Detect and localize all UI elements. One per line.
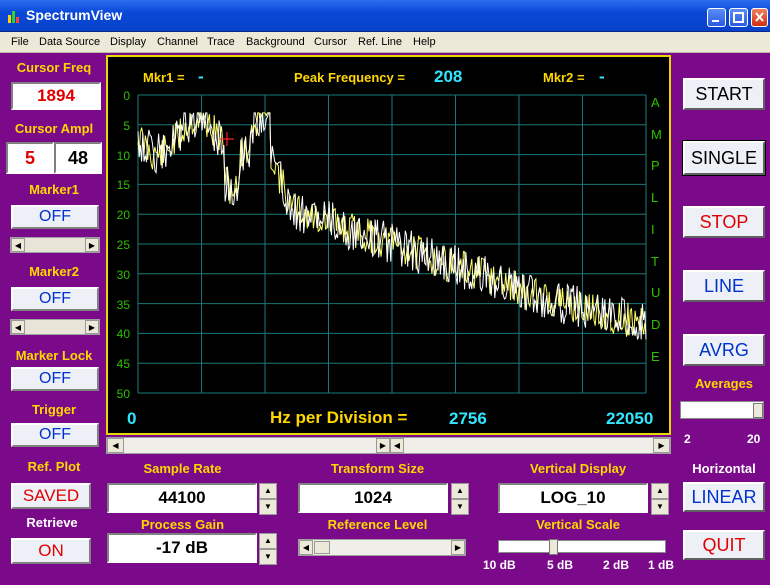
cursor-ampl-label: Cursor Ampl	[14, 121, 94, 136]
scroll-right-icon[interactable]: ▶	[376, 438, 390, 453]
title-bar: SpectrumView	[0, 0, 770, 32]
scroll-left-icon[interactable]: ◀	[390, 438, 404, 453]
averages-slider-thumb[interactable]	[753, 403, 763, 418]
plot-scrollbar[interactable]: ◀ ▶ ◀ ▶	[106, 437, 671, 454]
scroll-left-icon[interactable]: ◀	[11, 320, 25, 334]
scroll-left-icon[interactable]: ◀	[107, 438, 124, 453]
transform-size-field[interactable]: 1024	[298, 483, 448, 513]
menu-trace[interactable]: Trace	[207, 36, 235, 48]
x-start-label: 0	[127, 409, 137, 428]
menu-file[interactable]: File	[11, 36, 29, 48]
process-gain-field[interactable]: -17 dB	[107, 533, 257, 563]
spin-down-icon[interactable]: ▼	[651, 499, 669, 515]
line-button[interactable]: LINE	[683, 270, 765, 302]
retrieve-label-text: Retrieve	[26, 515, 78, 530]
hz-per-division-value: 2756	[449, 409, 487, 428]
cursor-ampl-value-1: 5	[6, 142, 54, 174]
transform-size-spinner[interactable]: ▲ ▼	[451, 483, 469, 515]
scroll-right-icon[interactable]: ▶	[653, 438, 670, 453]
vertical-scale-tick-1db: 1 dB	[648, 558, 675, 572]
start-button[interactable]: START	[683, 78, 765, 110]
spectrum-graph	[137, 94, 647, 394]
averages-label: Averages	[694, 376, 754, 391]
scroll-left-icon[interactable]: ◀	[11, 238, 25, 252]
menu-cursor[interactable]: Cursor	[314, 36, 347, 48]
maximize-icon[interactable]	[729, 8, 748, 27]
hz-per-division-label: Hz per Division =	[270, 408, 408, 427]
menu-display[interactable]: Display	[110, 36, 146, 48]
menu-ref-line[interactable]: Ref. Line	[358, 36, 402, 48]
vertical-scale-tick-5db: 5 dB	[547, 558, 574, 572]
window-title: SpectrumView	[26, 7, 123, 23]
vertical-display-label: Vertical Display	[529, 461, 627, 476]
reference-level-label: Reference Level	[327, 517, 428, 532]
ref-plot-button[interactable]: SAVED	[11, 483, 91, 509]
vertical-scale-slider[interactable]	[498, 539, 666, 555]
marker1-label: Marker1	[29, 182, 79, 197]
vertical-scale-tick-10db: 10 dB	[483, 558, 516, 572]
marker2-label: Marker2	[29, 264, 79, 279]
marker2-scrollbar[interactable]: ◀ ▶	[10, 319, 100, 335]
menu-data-source[interactable]: Data Source	[39, 36, 100, 48]
averages-max: 20	[747, 432, 761, 446]
single-button[interactable]: SINGLE	[682, 140, 766, 176]
horizontal-label: Horizontal	[692, 461, 756, 476]
vertical-scale-label: Vertical Scale	[536, 517, 620, 532]
vertical-scale-tick-2db: 2 dB	[603, 558, 630, 572]
scroll-left-icon[interactable]: ◀	[299, 540, 313, 555]
cursor-freq-value: 1894	[11, 82, 101, 110]
reference-level-scrollbar[interactable]: ◀ ▶	[298, 539, 466, 556]
reference-level-thumb[interactable]	[314, 541, 330, 554]
spin-up-icon[interactable]: ▲	[259, 483, 277, 499]
x-end-label: 22050	[606, 409, 654, 428]
sample-rate-spinner[interactable]: ▲ ▼	[259, 483, 277, 515]
marker1-button[interactable]: OFF	[11, 205, 99, 229]
averages-slider[interactable]	[680, 401, 764, 419]
stop-button[interactable]: STOP	[683, 206, 765, 238]
retrieve-button[interactable]: ON	[11, 538, 91, 564]
marker1-scrollbar[interactable]: ◀ ▶	[10, 237, 100, 253]
menu-bar: File Data Source Display Channel Trace B…	[0, 32, 770, 53]
sample-rate-field[interactable]: 44100	[107, 483, 257, 513]
menu-channel[interactable]: Channel	[157, 36, 198, 48]
horizontal-linear-button[interactable]: LINEAR	[683, 482, 765, 512]
vertical-scale-thumb[interactable]	[549, 539, 558, 555]
cursor-freq-label: Cursor Freq	[16, 60, 92, 75]
spectrum-plot[interactable]: Mkr1 = - Peak Frequency = 208 Mkr2 = - 0…	[106, 55, 671, 435]
ref-plot-label: Ref. Plot	[27, 459, 81, 474]
spin-down-icon[interactable]: ▼	[259, 549, 277, 565]
sample-rate-label: Sample Rate	[143, 461, 222, 476]
cursor-ampl-value-2: 48	[54, 142, 102, 174]
marker-lock-button[interactable]: OFF	[11, 367, 99, 391]
avrg-button[interactable]: AVRG	[683, 334, 765, 366]
spin-up-icon[interactable]: ▲	[259, 533, 277, 549]
spin-up-icon[interactable]: ▲	[651, 483, 669, 499]
trigger-label: Trigger	[31, 402, 77, 417]
marker-lock-label: Marker Lock	[15, 348, 93, 363]
vertical-display-field[interactable]: LOG_10	[498, 483, 648, 513]
app-logo-icon	[7, 9, 21, 23]
spin-down-icon[interactable]: ▼	[259, 499, 277, 515]
scroll-right-icon[interactable]: ▶	[85, 238, 99, 252]
menu-background[interactable]: Background	[246, 36, 305, 48]
scroll-right-icon[interactable]: ▶	[451, 540, 465, 555]
close-icon[interactable]	[751, 8, 768, 27]
transform-size-label: Transform Size	[330, 461, 425, 476]
minimize-icon[interactable]	[707, 8, 726, 27]
spin-down-icon[interactable]: ▼	[451, 499, 469, 515]
averages-min: 2	[684, 432, 691, 446]
process-gain-label: Process Gain	[140, 517, 225, 532]
spin-up-icon[interactable]: ▲	[451, 483, 469, 499]
scroll-right-icon[interactable]: ▶	[85, 320, 99, 334]
process-gain-spinner[interactable]: ▲ ▼	[259, 533, 277, 565]
marker2-button[interactable]: OFF	[11, 287, 99, 311]
menu-help[interactable]: Help	[413, 36, 436, 48]
vertical-display-spinner[interactable]: ▲ ▼	[651, 483, 669, 515]
trigger-button[interactable]: OFF	[11, 423, 99, 447]
quit-button[interactable]: QUIT	[683, 530, 765, 560]
